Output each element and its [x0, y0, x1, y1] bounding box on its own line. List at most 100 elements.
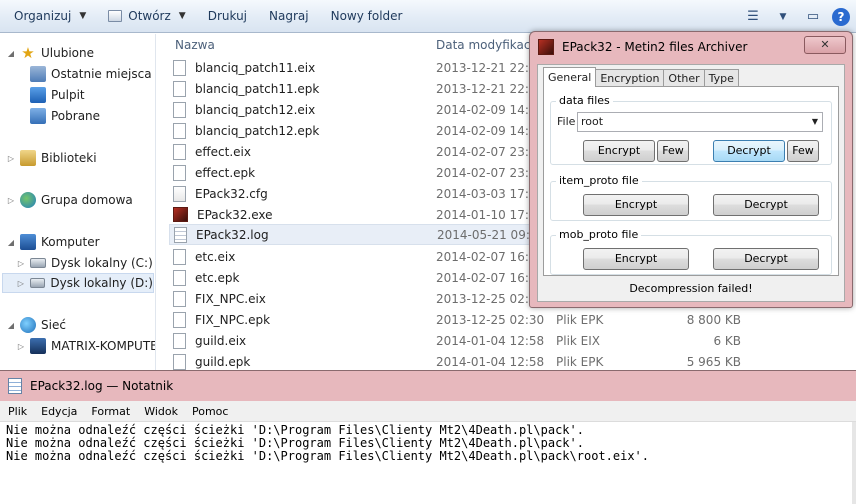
menu-help[interactable]: Pomoc — [186, 405, 234, 418]
mob-proto-group: mob_proto file Encrypt Decrypt — [550, 228, 832, 275]
column-name-header[interactable]: Nazwa — [175, 38, 215, 58]
item-proto-decrypt-button[interactable]: Decrypt — [713, 194, 819, 216]
menu-view[interactable]: Widok — [138, 405, 184, 418]
file-name: EPack32.cfg — [195, 186, 268, 201]
network-icon — [20, 317, 36, 333]
expand-arrow-icon[interactable]: ▷ — [16, 342, 26, 351]
tab-other[interactable]: Other — [663, 69, 705, 87]
file-name: FIX_NPC.epk — [195, 312, 271, 327]
mob-proto-encrypt-button[interactable]: Encrypt — [583, 248, 689, 270]
nav-libraries-label: Biblioteki — [41, 151, 97, 165]
tab-type[interactable]: Type — [703, 69, 739, 87]
item-proto-label: item_proto file — [556, 174, 642, 187]
file-date: 2014-01-10 17:02 — [436, 207, 545, 222]
file-type: Plik EPK — [556, 312, 604, 327]
tab-general[interactable]: General — [543, 67, 597, 87]
nav-libraries[interactable]: ▷ Biblioteki — [6, 148, 97, 168]
burn-button[interactable]: Nagraj — [261, 4, 317, 28]
data-decrypt-button[interactable]: Decrypt — [713, 140, 785, 162]
data-few-encrypt-button[interactable]: Few — [657, 140, 689, 162]
star-icon: ★ — [21, 44, 35, 62]
exe-file-icon — [173, 207, 188, 222]
view-options-icon[interactable]: ☰ — [742, 6, 764, 28]
data-few-decrypt-button[interactable]: Few — [787, 140, 819, 162]
menu-edit[interactable]: Edycja — [35, 405, 83, 418]
computer-icon — [30, 338, 46, 354]
collapse-arrow-icon[interactable]: ◢ — [6, 49, 16, 58]
nav-drive-c[interactable]: ▷ Dysk lokalny (C:) — [16, 253, 153, 273]
file-name: blanciq_patch12.eix — [195, 102, 316, 117]
file-row[interactable]: guild.epk 2014-01-04 12:58 Plik EPK 5 96… — [169, 351, 849, 370]
close-button[interactable]: ✕ — [804, 36, 846, 54]
nav-desktop[interactable]: Pulpit — [30, 85, 85, 105]
file-date: 2014-02-07 23:54 — [436, 165, 545, 180]
print-label: Drukuj — [207, 9, 248, 23]
new-folder-button[interactable]: Nowy folder — [323, 4, 411, 28]
file-icon — [173, 101, 186, 118]
file-name: blanciq_patch12.epk — [195, 123, 320, 138]
expand-arrow-icon[interactable]: ▷ — [16, 279, 26, 288]
expand-arrow-icon[interactable]: ▷ — [6, 196, 16, 205]
file-name: FIX_NPC.eix — [195, 291, 266, 306]
file-row[interactable]: FIX_NPC.epk 2013-12-25 02:30 Plik EPK 8 … — [169, 309, 849, 330]
nav-downloads-label: Pobrane — [51, 109, 101, 123]
help-icon[interactable]: ? — [832, 7, 850, 26]
epack-title: EPack32 - Metin2 files Archiver — [562, 40, 748, 54]
nav-network-pc-label: MATRIX-KOMPUTER — [51, 339, 156, 353]
vertical-scrollbar[interactable] — [852, 422, 856, 504]
explorer-toolbar: Organizuj ▼ Otwórz ▼ Drukuj Nagraj Nowy … — [0, 0, 856, 33]
notepad-icon — [8, 378, 22, 394]
open-button[interactable]: Otwórz ▼ — [100, 4, 193, 28]
nav-drive-d[interactable]: ▷ Dysk lokalny (D:) — [2, 273, 154, 293]
nav-recent-places[interactable]: Ostatnie miejsca — [30, 64, 152, 84]
file-type: Plik EPK — [556, 354, 604, 369]
file-icon — [173, 311, 186, 328]
nav-downloads[interactable]: Pobrane — [30, 106, 100, 126]
file-name: guild.epk — [195, 354, 251, 369]
nav-favorites-label: Ulubione — [41, 46, 95, 60]
notepad-title: EPack32.log — Notatnik — [30, 379, 174, 393]
file-icon — [173, 269, 186, 286]
nav-network[interactable]: ◢ Sieć — [6, 315, 66, 335]
collapse-arrow-icon[interactable]: ◢ — [6, 238, 16, 247]
file-icon — [173, 164, 186, 181]
nav-computer[interactable]: ◢ Komputer — [6, 232, 100, 252]
app-icon — [538, 39, 554, 55]
file-date: 2014-02-07 16:49 — [436, 249, 545, 264]
nav-favorites[interactable]: ◢ ★ Ulubione — [6, 43, 94, 63]
nav-network-pc[interactable]: ▷ MATRIX-KOMPUTER — [16, 336, 156, 356]
expand-arrow-icon[interactable]: ▷ — [6, 154, 16, 163]
mob-proto-decrypt-button[interactable]: Decrypt — [713, 248, 819, 270]
epack-titlebar[interactable]: EPack32 - Metin2 files Archiver — [538, 38, 747, 56]
menu-file[interactable]: Plik — [2, 405, 33, 418]
file-row[interactable]: guild.eix 2014-01-04 12:58 Plik EIX 6 KB — [169, 330, 849, 351]
organize-button[interactable]: Organizuj ▼ — [6, 4, 94, 28]
nav-computer-label: Komputer — [41, 235, 100, 249]
file-combo[interactable]: root ▼ — [577, 112, 823, 132]
tab-encryption[interactable]: Encryption — [595, 69, 665, 87]
file-date: 2013-12-21 22:35 — [436, 81, 545, 96]
file-name: EPack32.exe — [197, 207, 273, 222]
preview-pane-icon[interactable]: ▭ — [802, 6, 824, 28]
text-file-icon — [174, 226, 187, 243]
drive-icon — [29, 278, 46, 288]
item-proto-encrypt-button[interactable]: Encrypt — [583, 194, 689, 216]
data-files-group: data files File root ▼ Encrypt Few Decry… — [550, 94, 832, 165]
menu-format[interactable]: Format — [85, 405, 136, 418]
view-dropdown-icon[interactable]: ▼ — [772, 6, 794, 28]
data-encrypt-button[interactable]: Encrypt — [583, 140, 655, 162]
chevron-down-icon: ▼ — [79, 11, 87, 21]
nav-homegroup[interactable]: ▷ Grupa domowa — [6, 190, 133, 210]
collapse-arrow-icon[interactable]: ◢ — [6, 321, 16, 330]
column-date-header[interactable]: Data modyfikacji — [436, 38, 537, 58]
print-button[interactable]: Drukuj — [200, 4, 255, 28]
file-name: effect.epk — [195, 165, 256, 180]
notepad-text-area[interactable]: Nie można odnaleźć części ścieżki 'D:\Pr… — [0, 422, 856, 504]
expand-arrow-icon[interactable]: ▷ — [16, 259, 26, 268]
file-size: 5 965 KB — [686, 354, 741, 369]
notepad-titlebar[interactable]: EPack32.log — Notatnik — [8, 377, 173, 395]
file-icon — [173, 290, 186, 307]
file-date: 2013-12-21 22:35 — [436, 60, 545, 75]
chevron-down-icon[interactable]: ▼ — [812, 113, 818, 131]
file-date: 2014-02-07 23:54 — [436, 144, 545, 159]
